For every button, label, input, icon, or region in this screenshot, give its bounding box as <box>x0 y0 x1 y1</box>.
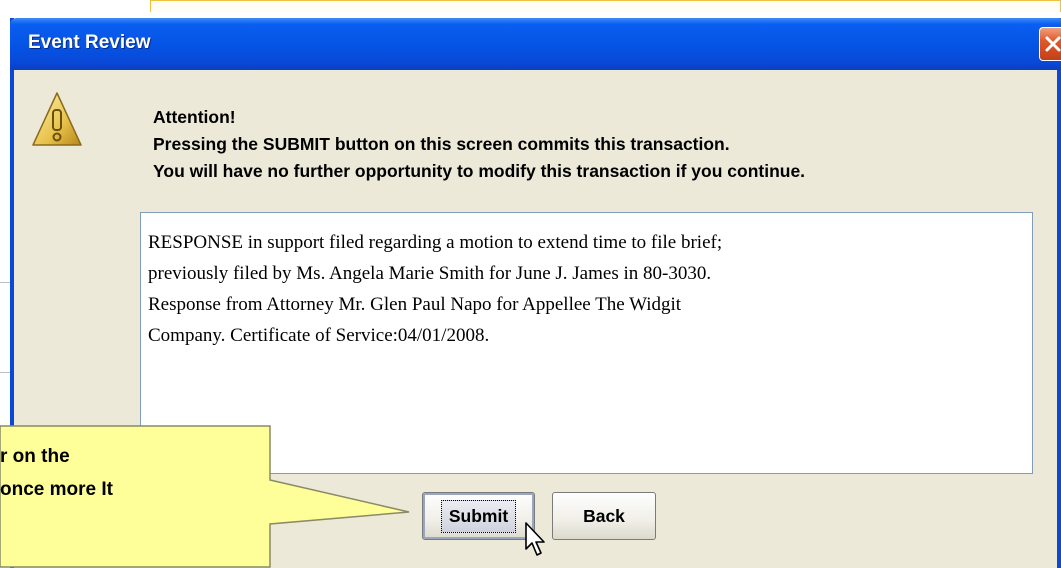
attention-message: Attention! Pressing the SUBMIT button on… <box>153 104 805 185</box>
callout-line: once more It <box>0 479 113 500</box>
docket-text-line: Company. Certificate of Service:04/01/20… <box>148 325 490 346</box>
message-line: Pressing the SUBMIT button on this scree… <box>153 134 730 154</box>
callout-text: r on the once more It <box>0 440 113 506</box>
mouse-cursor-icon <box>525 522 545 556</box>
docket-text-line: Response from Attorney Mr. Glen Paul Nap… <box>148 294 682 315</box>
background-window-edge <box>150 0 1061 12</box>
close-icon <box>1045 36 1061 52</box>
submit-button[interactable]: Submit <box>422 492 535 540</box>
docket-text-line: previously filed by Ms. Angela Marie Smi… <box>148 263 712 284</box>
message-heading: Attention! <box>153 107 236 127</box>
back-button[interactable]: Back <box>552 492 656 540</box>
message-line: You will have no further opportunity to … <box>153 161 806 181</box>
close-button[interactable] <box>1039 27 1061 61</box>
dialog-titlebar[interactable]: Event Review <box>10 18 1061 70</box>
back-button-label: Back <box>583 505 625 526</box>
warning-icon <box>32 92 82 146</box>
docket-text-line: RESPONSE in support filed regarding a mo… <box>148 232 723 253</box>
submit-button-label: Submit <box>440 499 517 533</box>
dialog-title: Event Review <box>28 32 151 53</box>
callout-line: r on the <box>0 446 70 467</box>
